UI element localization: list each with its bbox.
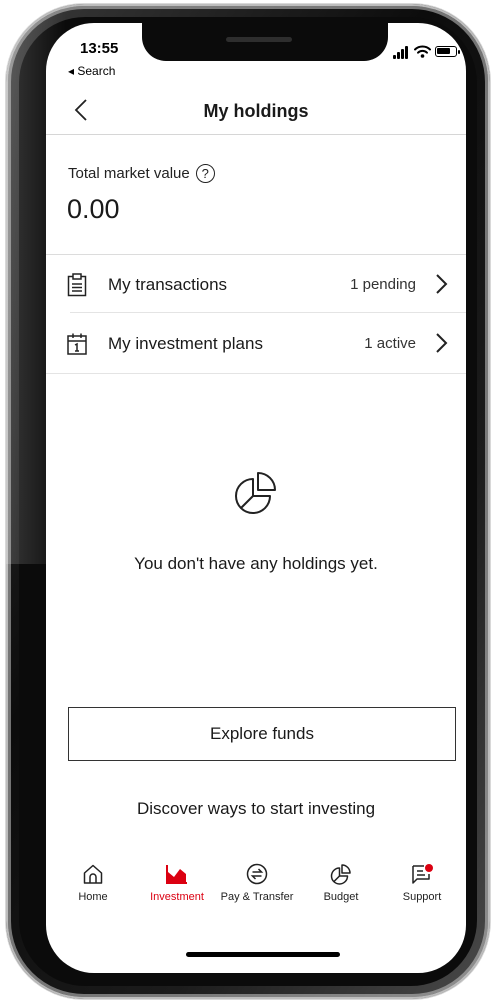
home-indicator: [186, 952, 340, 957]
notch: [142, 23, 388, 61]
nav-budget-label: Budget: [323, 891, 359, 903]
nav-pay-transfer-label: Pay & Transfer: [220, 891, 294, 903]
status-back-to-search[interactable]: ◂ Search: [68, 64, 115, 78]
chevron-right-icon: [436, 333, 448, 353]
pie-chart-icon: [235, 472, 276, 514]
total-market-value-text: Total market value: [68, 165, 190, 182]
nav-home-label: Home: [78, 891, 108, 903]
nav-budget[interactable]: Budget: [301, 863, 381, 903]
section-divider: [46, 254, 466, 255]
question-circle-icon[interactable]: ?: [195, 164, 215, 183]
discover-investing-link[interactable]: Discover ways to start investing: [46, 799, 466, 819]
battery-icon: [435, 46, 460, 57]
header-divider: [46, 134, 466, 135]
status-time: 13:55: [80, 40, 119, 57]
nav-investment[interactable]: Investment: [137, 863, 217, 903]
investment-chart-icon: [166, 865, 187, 884]
app-screen: 13:55 ◂ Search My holdings Total market …: [46, 23, 466, 973]
nav-pay-transfer[interactable]: Pay & Transfer: [217, 863, 297, 903]
chat-support-icon: [412, 864, 433, 884]
page-title: My holdings: [203, 101, 309, 121]
my-investment-plans-label: My investment plans: [108, 334, 263, 353]
section-divider: [46, 373, 466, 374]
explore-funds-button[interactable]: Explore funds: [68, 707, 456, 761]
my-transactions-label: My transactions: [108, 275, 228, 294]
empty-holdings-message: You don't have any holdings yet.: [134, 554, 378, 573]
chevron-right-icon: [436, 274, 448, 294]
row-divider: [70, 312, 466, 313]
speaker: [226, 37, 292, 42]
pie-chart-icon: [330, 864, 351, 885]
total-market-value-label: Total market value ?: [68, 164, 215, 183]
nav-support-label: Support: [402, 891, 442, 903]
investment-plans-status: 1 active: [364, 335, 416, 352]
nav-support[interactable]: Support: [382, 863, 462, 903]
calendar-icon: [67, 333, 87, 355]
home-icon: [83, 864, 103, 884]
transfer-arrows-icon: [246, 863, 268, 885]
my-investment-plans-row[interactable]: My investment plans 1 active: [46, 319, 466, 368]
bottom-nav: Home Investment Pay & Transfer Budget Su…: [46, 863, 466, 933]
wifi-icon: [414, 45, 431, 58]
total-market-value: 0.00: [67, 194, 120, 224]
nav-investment-label: Investment: [150, 891, 204, 903]
my-transactions-row[interactable]: My transactions 1 pending: [46, 260, 466, 309]
transactions-status: 1 pending: [350, 276, 416, 293]
clipboard-list-icon: [67, 273, 87, 297]
nav-home[interactable]: Home: [53, 863, 133, 903]
